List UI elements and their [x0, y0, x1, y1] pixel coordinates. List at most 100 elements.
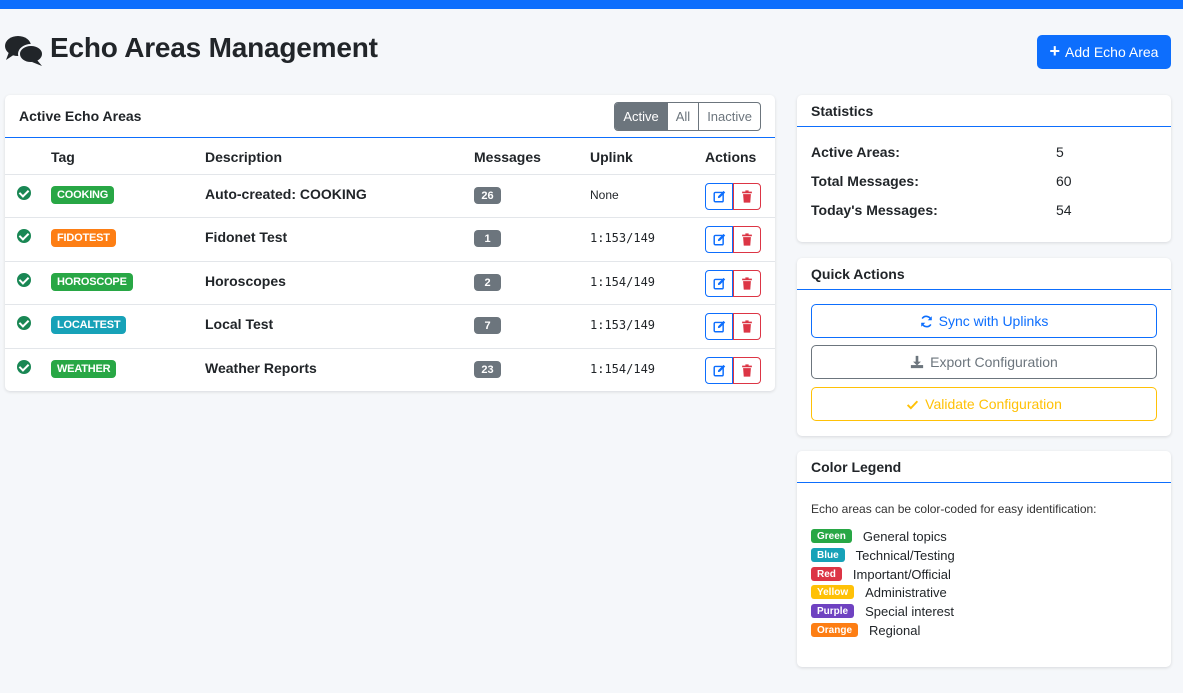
plus-icon: +: [1049, 41, 1061, 61]
edit-button[interactable]: [705, 226, 733, 253]
column-header-uplink[interactable]: Uplink: [590, 149, 633, 165]
column-header-tag[interactable]: Tag: [51, 149, 75, 165]
legend-swatch: Orange: [811, 623, 859, 637]
add-echo-area-button[interactable]: + Add Echo Area: [1037, 35, 1171, 69]
legend-meaning: Technical/Testing: [855, 547, 955, 563]
tag-badge[interactable]: LOCALTEST: [51, 316, 127, 334]
tag-badge[interactable]: HOROSCOPE: [51, 273, 133, 291]
trash-icon: [742, 320, 752, 333]
status-filter-group: Active All Inactive: [614, 101, 761, 131]
tag-badge[interactable]: COOKING: [51, 186, 115, 204]
message-count-badge: 23: [474, 361, 501, 378]
stat-value: 60: [1056, 173, 1072, 189]
active-status-icon: [17, 186, 31, 200]
uplink-address: None: [590, 188, 619, 202]
export-label: Export Configuration: [930, 354, 1058, 370]
area-description: Local Test: [205, 316, 274, 332]
delete-button[interactable]: [733, 357, 761, 384]
table-row: WEATHER Weather Reports 23 1:154/149: [5, 348, 775, 392]
active-status-icon: [17, 316, 31, 330]
add-echo-area-label: Add Echo Area: [1065, 44, 1159, 60]
legend-item: Blue Technical/Testing: [811, 547, 955, 563]
edit-icon: [712, 233, 725, 246]
trash-icon: [742, 364, 752, 377]
legend-item: Orange Regional: [811, 622, 920, 638]
echo-areas-card: Active Echo Areas Active All Inactive Ta…: [5, 95, 775, 391]
sync-label: Sync with Uplinks: [938, 313, 1049, 329]
uplink-address: 1:153/149: [590, 231, 656, 245]
area-description: Auto-created: COOKING: [205, 186, 367, 202]
sync-with-uplinks-button[interactable]: Sync with Uplinks: [811, 304, 1157, 338]
uplink-address: 1:154/149: [590, 275, 656, 289]
stat-value: 54: [1056, 202, 1072, 218]
edit-button[interactable]: [705, 313, 733, 340]
edit-icon: [712, 364, 725, 377]
validate-configuration-button[interactable]: Validate Configuration: [811, 387, 1157, 421]
edit-icon: [712, 190, 725, 203]
legend-intro-text: Echo areas can be color-coded for easy i…: [811, 502, 1097, 516]
legend-meaning: Administrative: [865, 584, 947, 600]
stat-value: 5: [1056, 144, 1064, 160]
stat-todays-messages: Today's Messages: 54: [811, 202, 1072, 218]
color-legend-card-header: Color Legend: [797, 451, 1171, 483]
color-legend-card: Color Legend Echo areas can be color-cod…: [797, 451, 1171, 667]
edit-icon: [712, 277, 725, 290]
edit-button[interactable]: [705, 357, 733, 384]
message-count-badge: 26: [474, 187, 501, 204]
tag-badge[interactable]: FIDOTEST: [51, 229, 116, 247]
message-count-badge: 2: [474, 274, 501, 291]
legend-swatch: Green: [811, 529, 852, 543]
trash-icon: [742, 190, 752, 203]
legend-meaning: Special interest: [865, 603, 955, 619]
legend-swatch: Yellow: [811, 585, 855, 599]
filter-active-button[interactable]: Active: [615, 102, 667, 130]
filter-all-button[interactable]: All: [666, 102, 698, 130]
edit-button[interactable]: [705, 270, 733, 297]
area-description: Horoscopes: [205, 273, 286, 289]
download-icon: [911, 355, 924, 369]
stat-total-messages: Total Messages: 60: [811, 173, 1072, 189]
statistics-card-header: Statistics: [797, 95, 1171, 127]
legend-item: Red Important/Official: [811, 566, 951, 582]
echo-areas-card-header: Active Echo Areas Active All Inactive: [5, 95, 775, 138]
legend-swatch: Blue: [811, 548, 845, 562]
delete-button[interactable]: [733, 313, 761, 340]
stat-active-areas: Active Areas: 5: [811, 144, 1064, 160]
table-header: Tag Description Messages Uplink Actions: [5, 139, 775, 174]
legend-meaning: Important/Official: [852, 566, 951, 582]
uplink-address: 1:154/149: [590, 362, 656, 376]
stat-label: Today's Messages:: [811, 202, 938, 218]
legend-item: Green General topics: [811, 528, 947, 544]
top-accent-bar: [0, 0, 1183, 9]
filter-inactive-button[interactable]: Inactive: [698, 102, 760, 130]
column-header-description[interactable]: Description: [205, 149, 282, 165]
table-row: COOKING Auto-created: COOKING 26 None: [5, 174, 775, 218]
tag-badge[interactable]: WEATHER: [51, 360, 117, 378]
legend-swatch: Purple: [811, 604, 855, 618]
active-status-icon: [17, 273, 31, 287]
sync-icon: [920, 315, 932, 327]
quick-actions-card: Quick Actions Sync with Uplinks Export C…: [797, 258, 1171, 436]
uplink-address: 1:153/149: [590, 318, 656, 332]
export-configuration-button[interactable]: Export Configuration: [811, 345, 1157, 379]
column-header-messages[interactable]: Messages: [474, 149, 541, 165]
active-status-icon: [17, 360, 31, 374]
legend-swatch: Red: [811, 567, 842, 581]
delete-button[interactable]: [733, 226, 761, 253]
card-title: Active Echo Areas: [19, 108, 142, 124]
comments-icon: [5, 36, 44, 66]
table-row: HOROSCOPE Horoscopes 2 1:154/149: [5, 261, 775, 305]
trash-icon: [742, 277, 752, 290]
active-status-icon: [17, 229, 31, 243]
stat-label: Total Messages:: [811, 173, 919, 189]
area-description: Fidonet Test: [205, 229, 288, 245]
table-row: LOCALTEST Local Test 7 1:153/149: [5, 304, 775, 348]
delete-button[interactable]: [733, 183, 761, 210]
legend-item: Purple Special interest: [811, 603, 954, 619]
legend-meaning: Regional: [869, 622, 921, 638]
statistics-card: Statistics Active Areas: 5 Total Message…: [797, 95, 1171, 242]
delete-button[interactable]: [733, 270, 761, 297]
message-count-badge: 7: [474, 317, 501, 334]
validate-label: Validate Configuration: [925, 396, 1062, 412]
edit-button[interactable]: [705, 183, 733, 210]
